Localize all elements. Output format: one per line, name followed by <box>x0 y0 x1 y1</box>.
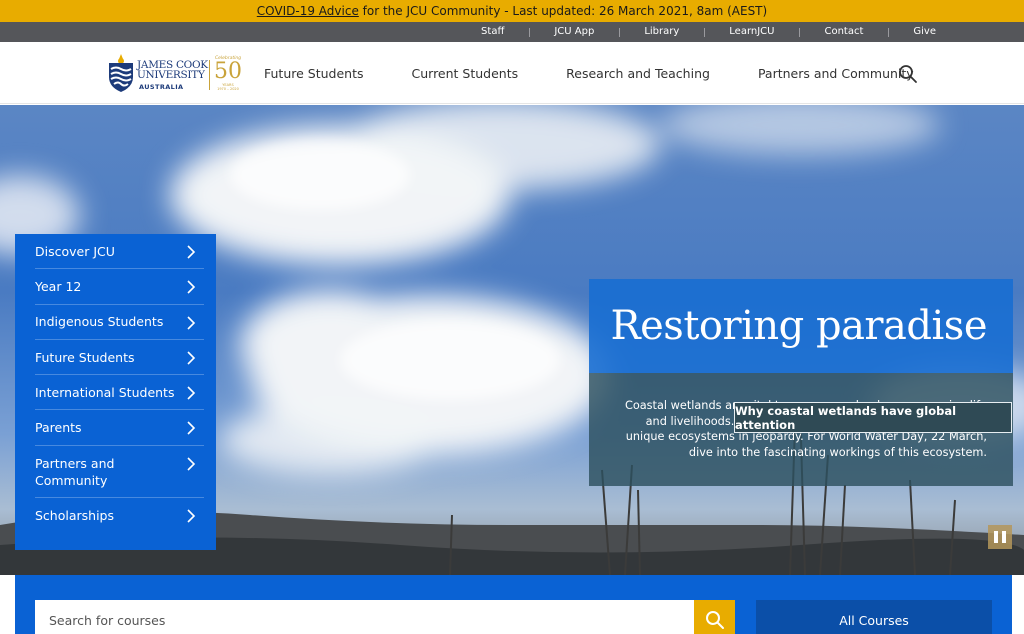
chevron-right-icon <box>187 245 196 259</box>
nav-research-and-teaching[interactable]: Research and Teaching <box>566 66 710 81</box>
course-search-band: All Courses <box>15 575 1012 634</box>
crest-icon <box>109 54 133 92</box>
nav-partners-and-community[interactable]: Partners and Community <box>758 66 914 81</box>
jcu-logo[interactable]: JAMES COOK UNIVERSITY AUSTRALIA Celebrat… <box>108 49 244 97</box>
utility-link-learnjcu[interactable]: LearnJCU <box>704 22 799 42</box>
menu-item-parents[interactable]: Parents <box>35 410 204 446</box>
site-header: JAMES COOK UNIVERSITY AUSTRALIA Celebrat… <box>0 42 1024 104</box>
menu-item-discover-jcu[interactable]: Discover JCU <box>35 234 204 270</box>
utility-link-library[interactable]: Library <box>619 22 704 42</box>
menu-item-international-students[interactable]: International Students <box>35 375 204 411</box>
course-search-input[interactable] <box>35 600 694 634</box>
utility-link-jcu-app[interactable]: JCU App <box>529 22 619 42</box>
chevron-right-icon <box>187 421 196 436</box>
pause-button[interactable] <box>988 525 1012 549</box>
chevron-right-icon <box>187 509 196 523</box>
covid-alert-bar: COVID-19 Advice for the JCU Community - … <box>0 0 1024 22</box>
menu-item-indigenous-students[interactable]: Indigenous Students <box>35 305 204 340</box>
audience-menu: Discover JCU Year 12 Indigenous Students… <box>15 234 216 550</box>
menu-item-future-students[interactable]: Future Students <box>35 340 204 376</box>
menu-item-scholarships[interactable]: Scholarships <box>35 498 204 533</box>
chevron-right-icon <box>187 351 196 365</box>
pause-icon <box>994 531 998 543</box>
menu-item-partners-and-community[interactable]: Partners and Community <box>35 446 204 498</box>
chevron-right-icon <box>187 316 196 330</box>
search-icon <box>705 611 724 629</box>
covid-advice-link[interactable]: COVID-19 Advice <box>257 4 359 18</box>
chevron-right-icon <box>187 386 196 400</box>
main-nav: Future Students Current Students Researc… <box>264 42 962 104</box>
fifty-years-badge: Celebrating 50 YEARS 1970 – 2020 <box>214 56 242 91</box>
utility-link-contact[interactable]: Contact <box>799 22 888 42</box>
utility-nav: Staff JCU App Library LearnJCU Contact G… <box>456 22 936 42</box>
university-country: AUSTRALIA <box>139 83 184 91</box>
all-courses-button[interactable]: All Courses <box>756 600 992 634</box>
utility-bar: Staff JCU App Library LearnJCU Contact G… <box>0 22 1024 42</box>
utility-link-give[interactable]: Give <box>888 22 936 42</box>
chevron-right-icon <box>187 457 196 471</box>
utility-link-staff[interactable]: Staff <box>456 22 529 42</box>
course-search-button[interactable] <box>694 600 735 634</box>
logo-divider <box>209 60 210 90</box>
feature-story: Restoring paradise Coastal wetlands are … <box>589 279 1013 486</box>
university-name: JAMES COOK UNIVERSITY <box>137 59 208 81</box>
nav-future-students[interactable]: Future Students <box>264 66 364 81</box>
story-title: Restoring paradise <box>589 279 1013 373</box>
chevron-right-icon <box>187 280 196 294</box>
nav-current-students[interactable]: Current Students <box>412 66 519 81</box>
alert-text: for the JCU Community - Last updated: 26… <box>358 4 768 18</box>
story-cta-button[interactable]: Why coastal wetlands have global attenti… <box>734 402 1012 433</box>
menu-item-year-12[interactable]: Year 12 <box>35 269 204 305</box>
search-icon[interactable] <box>898 64 918 84</box>
